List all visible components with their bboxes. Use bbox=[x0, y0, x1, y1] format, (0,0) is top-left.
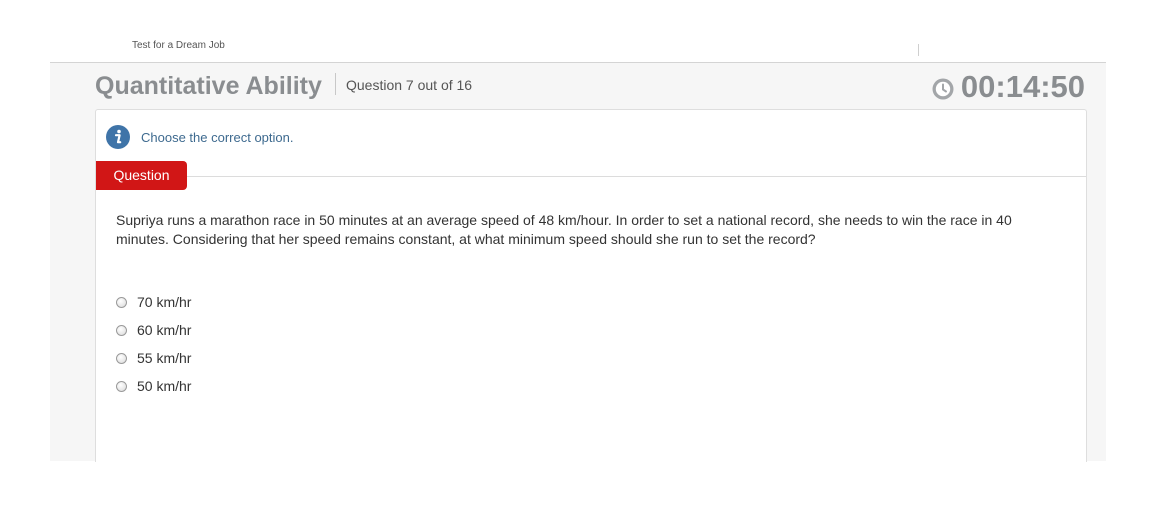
tab-divider bbox=[96, 176, 1086, 177]
clock-icon bbox=[932, 78, 954, 100]
question-text: Supriya runs a marathon race in 50 minut… bbox=[116, 212, 1012, 247]
timer-value: 00:14:50 bbox=[960, 69, 1085, 104]
instruction-text: Choose the correct option. bbox=[141, 129, 294, 145]
countdown-timer: 00:14:50 bbox=[931, 70, 1085, 104]
option-2[interactable]: 60 km/hr bbox=[116, 316, 191, 344]
option-3[interactable]: 55 km/hr bbox=[116, 344, 191, 372]
option-1-label[interactable]: 70 km/hr bbox=[137, 294, 191, 310]
option-3-radio[interactable] bbox=[116, 352, 127, 364]
section-title: Quantitative Ability bbox=[95, 72, 322, 100]
question-counter: Question 7 out of 16 bbox=[346, 77, 473, 93]
banner-tagline: Test for a Dream Job bbox=[132, 40, 225, 51]
option-2-radio[interactable] bbox=[116, 324, 127, 336]
answer-options: 70 km/hr 60 km/hr 55 km/hr 50 km/hr bbox=[116, 288, 191, 400]
option-4-radio[interactable] bbox=[116, 380, 127, 392]
option-4[interactable]: 50 km/hr bbox=[116, 372, 191, 400]
option-1[interactable]: 70 km/hr bbox=[116, 288, 191, 316]
option-1-radio[interactable] bbox=[116, 296, 127, 308]
option-4-label[interactable]: 50 km/hr bbox=[137, 378, 191, 394]
question-tab: Question bbox=[96, 161, 187, 190]
instruction-row: Choose the correct option. bbox=[106, 125, 293, 149]
test-panel: Quantitative Ability Question 7 out of 1… bbox=[50, 63, 1106, 462]
option-2-label[interactable]: 60 km/hr bbox=[137, 322, 191, 338]
top-banner-strip: Test for a Dream Job bbox=[50, 37, 1106, 63]
question-card: Choose the correct option. Question Supr… bbox=[95, 109, 1087, 462]
info-icon bbox=[106, 125, 130, 149]
header-divider bbox=[335, 73, 336, 95]
banner-divider bbox=[918, 44, 919, 56]
page: Test for a Dream Job Quantitative Abilit… bbox=[0, 0, 1156, 511]
option-3-label[interactable]: 55 km/hr bbox=[137, 350, 191, 366]
